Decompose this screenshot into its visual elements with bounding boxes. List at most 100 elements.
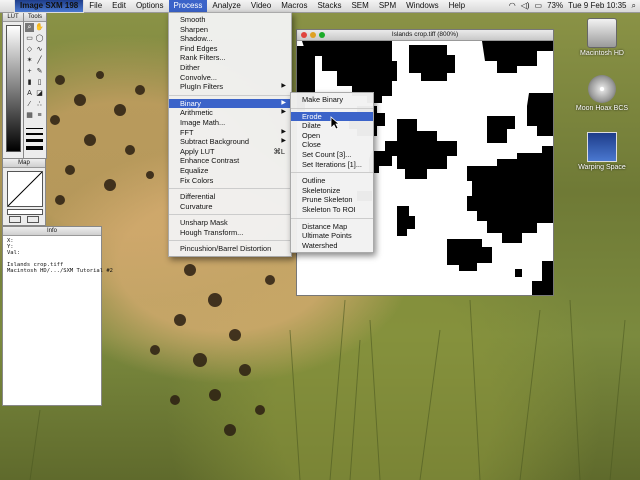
menu-edit[interactable]: Edit [107,0,131,12]
menu-item-arithmetic[interactable]: Arithmetic ▶ [169,108,291,118]
submenu-item-ultimate-points[interactable]: Ultimate Points [291,231,373,241]
status-area: ◠ ◁) ▭ 73% Tue 9 Feb 10:35 ⌕ [509,0,636,12]
menu-separator [291,107,373,109]
volume-icon[interactable]: ◁) [521,0,530,12]
battery-icon[interactable]: ▭ [535,0,543,12]
submenu-item-close[interactable]: Close [291,140,373,150]
pencil-icon[interactable]: ✎ [35,67,44,76]
submenu-item-skeletonize[interactable]: Skeletonize [291,186,373,196]
menu-spm[interactable]: SPM [374,0,401,12]
menu-file[interactable]: File [84,0,107,12]
map-thumbnail[interactable] [7,171,43,207]
menu-stacks[interactable]: Stacks [312,0,346,12]
tools-title: Tools [24,13,46,22]
menu-item-label: Arithmetic [180,108,213,118]
clock[interactable]: Tue 9 Feb 10:35 [568,0,626,12]
menu-item-label: Make Binary [302,95,344,104]
crosshair-icon[interactable]: + [25,67,34,76]
menu-item-fix-colors[interactable]: Fix Colors [169,176,291,186]
desktop-icon-macintosh-hd[interactable]: Macintosh HD [572,18,632,57]
wifi-icon[interactable]: ◠ [509,0,516,12]
menu-item-subtract-background[interactable]: Subtract Background ▶ [169,137,291,147]
line-width-icon[interactable] [26,125,43,153]
grid-icon[interactable]: ▦ [25,111,34,120]
image-window-titlebar[interactable]: Islands crop.tiff (800%) [297,30,553,41]
submenu-item-prune-skeleton[interactable]: Prune Skeleton [291,195,373,205]
menu-item-sharpen[interactable]: Sharpen [169,25,291,35]
zoom-window-icon[interactable] [319,32,325,38]
minimize-icon[interactable] [310,32,316,38]
desktop-icon-label: Moon Hoax BCS [575,105,629,112]
menu-item-equalize[interactable]: Equalize [169,166,291,176]
brush-icon[interactable]: ▮ [25,78,34,87]
menu-item-unsharp-mask[interactable]: Unsharp Mask [169,218,291,228]
polygon-select-icon[interactable]: ◇ [25,45,34,54]
menu-item-apply-lut[interactable]: Apply LUT ⌘L [169,147,291,157]
menu-item-label: Set Count [3]... [302,149,352,159]
spotlight-icon[interactable]: ⌕ [632,0,636,12]
menu-item-rank-filters[interactable]: Rank Filters... [169,53,291,63]
menu-separator [169,240,291,242]
menu-item-enhance-contrast[interactable]: Enhance Contrast [169,156,291,166]
menu-sem[interactable]: SEM [346,0,373,12]
map-button-left[interactable] [9,216,21,223]
spray-icon[interactable]: ∴ [35,100,44,109]
menu-item-convolve[interactable]: Convolve... [169,73,291,83]
menu-item-find-edges[interactable]: Find Edges [169,44,291,54]
fill-icon[interactable]: ◪ [35,89,44,98]
eyedropper-icon[interactable]: ⁄ [25,100,34,109]
menu-help[interactable]: Help [444,0,470,12]
submenu-item-skeleton-to-roi[interactable]: Skeleton To ROI [291,205,373,215]
menu-item-plugin-filters[interactable]: PlugIn Filters ▶ [169,82,291,92]
oval-select-icon[interactable]: ◯ [35,34,44,43]
info-title: Info [3,227,101,236]
submenu-item-make-binary[interactable]: Make Binary [291,95,373,105]
menu-item-label: Ultimate Points [302,231,352,241]
text-tool-icon[interactable]: A [25,89,34,98]
menu-item-fft[interactable]: FFT ▶ [169,128,291,138]
lut-gradient[interactable] [6,25,21,152]
zoom-icon[interactable]: ⌕ [25,23,34,32]
menu-item-dither[interactable]: Dither [169,63,291,73]
menu-item-shadow[interactable]: Shadow... [169,34,291,44]
menu-item-differential[interactable]: Differential [169,192,291,202]
menu-item-curvature[interactable]: Curvature [169,202,291,212]
menu-windows[interactable]: Windows [401,0,443,12]
map-slider[interactable] [7,209,43,215]
submenu-item-watershed[interactable]: Watershed [291,241,373,251]
submenu-item-open[interactable]: Open [291,131,373,141]
eraser-icon[interactable]: ▯ [35,78,44,87]
menu-item-pincushion-barrel-distortion[interactable]: Pincushion/Barrel Distortion [169,244,291,254]
desktop-icon-moon-hoax[interactable]: Moon Hoax BCS [572,75,632,112]
menu-item-label: Unsharp Mask [180,218,228,228]
process-menu: Smooth Sharpen Shadow... Find Edges Rank Fil… [168,12,292,258]
menu-item-smooth[interactable]: Smooth [169,15,291,25]
menu-analyze[interactable]: Analyze [207,0,245,12]
menu-item-image-math[interactable]: Image Math... [169,118,291,128]
menu-options[interactable]: Options [131,0,169,12]
wand-icon[interactable]: ✶ [25,56,34,65]
submenu-item-outline[interactable]: Outline [291,176,373,186]
menu-item-binary[interactable]: Binary ▶ [169,98,291,109]
menu-app-name[interactable]: Image SXM 198 [14,0,85,13]
hand-icon[interactable]: ✋ [35,23,44,32]
map-panel: Map [2,158,46,226]
menu-item-label: Erode [302,111,322,121]
scale-icon[interactable]: ≡ [35,111,44,120]
submenu-item-distance-map[interactable]: Distance Map [291,222,373,232]
map-button-right[interactable] [27,216,39,223]
menu-item-label: Distance Map [302,221,348,231]
desktop-icon-warping-space[interactable]: Warping Space [572,132,632,171]
line-select-icon[interactable]: ╱ [35,56,44,65]
menu-macros[interactable]: Macros [276,0,312,12]
menu-item-label: Image Math... [180,117,226,127]
menu-process[interactable]: Process [168,0,208,12]
close-icon[interactable] [301,32,307,38]
menu-item-hough-transform[interactable]: Hough Transform... [169,228,291,238]
freehand-select-icon[interactable]: ∿ [35,45,44,54]
menu-video[interactable]: Video [246,0,276,12]
rectangle-select-icon[interactable]: ▭ [25,34,34,43]
submenu-item-set-count-3[interactable]: Set Count [3]... [291,150,373,160]
menu-item-label: Pincushion/Barrel Distortion [180,244,272,254]
submenu-item-set-iterations-1[interactable]: Set Iterations [1]... [291,160,373,170]
